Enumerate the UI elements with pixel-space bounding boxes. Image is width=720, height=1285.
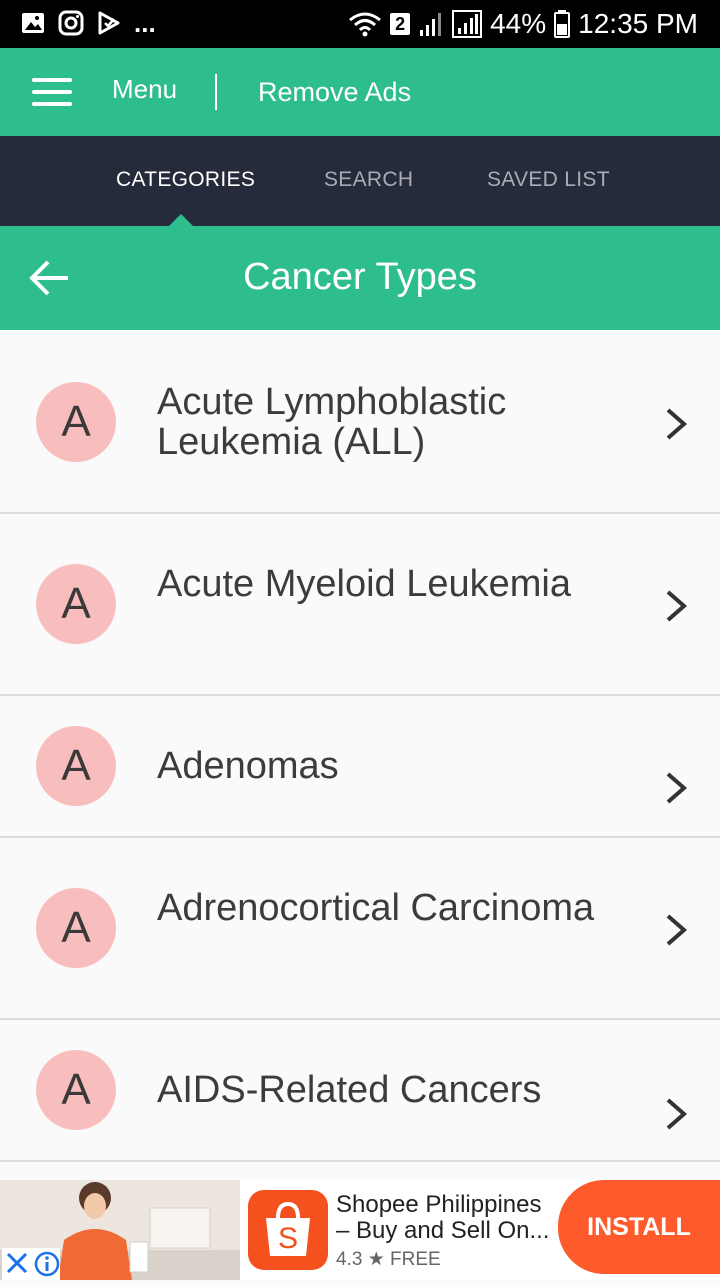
shopee-bag-icon: S [248, 1190, 328, 1270]
notification-overflow: ... [134, 8, 156, 38]
section-header: Cancer Types [0, 226, 720, 330]
chevron-right-icon [666, 590, 688, 622]
tab-categories[interactable]: CATEGORIES [116, 168, 255, 192]
signal-icon [420, 13, 442, 36]
instagram-icon [58, 10, 84, 36]
remove-ads-button[interactable]: Remove Ads [258, 77, 411, 108]
letter-avatar: A [36, 888, 116, 968]
letter-avatar: A [36, 1050, 116, 1130]
letter-avatar: A [36, 564, 116, 644]
list-item[interactable]: A Acute Lymphoblastic Leukemia (ALL) [0, 332, 720, 514]
signal-icon-2 [452, 10, 483, 38]
chevron-right-icon [666, 772, 688, 804]
list-item-title: Acute Lymphoblastic Leukemia (ALL) [157, 381, 507, 463]
gallery-icon [22, 13, 44, 33]
ad-title: Shopee Philippines – Buy and Sell On... [336, 1191, 550, 1244]
svg-text:S: S [278, 1222, 298, 1255]
app-bar: Menu Remove Ads [0, 48, 720, 136]
wifi-icon [349, 12, 382, 37]
price-label: FREE [390, 1249, 441, 1270]
menu-label[interactable]: Menu [112, 74, 177, 105]
sim-badge: 2 [390, 13, 411, 35]
list-item[interactable]: A Adrenocortical Carcinoma [0, 838, 720, 1020]
ad-controls [2, 1248, 60, 1280]
list-item[interactable]: A Acute Myeloid Leukemia [0, 514, 720, 696]
tab-bar: CATEGORIES SEARCH SAVED LIST [0, 136, 720, 226]
cancer-type-list: A Acute Lymphoblastic Leukemia (ALL) A A… [0, 332, 720, 1162]
list-item[interactable]: A AIDS-Related Cancers [0, 1020, 720, 1162]
list-item-title: AIDS-Related Cancers [157, 1069, 542, 1111]
star-icon: ★ [367, 1249, 385, 1270]
tab-saved-list[interactable]: SAVED LIST [487, 168, 610, 192]
chevron-right-icon [666, 1098, 688, 1130]
page-title: Cancer Types [243, 256, 477, 298]
clock: 12:35 PM [578, 8, 698, 39]
play-store-icon [98, 11, 120, 35]
rating-value: 4.3 [336, 1249, 363, 1270]
chevron-right-icon [666, 914, 688, 946]
tab-search[interactable]: SEARCH [324, 168, 413, 192]
notification-icons: ... [20, 10, 156, 36]
letter-avatar: A [36, 382, 116, 462]
system-icons: 2 44% 12:35 PM [348, 8, 698, 40]
ad-rating: 4.3 ★ FREE [336, 1248, 441, 1271]
list-item[interactable]: A Adenomas [0, 696, 720, 838]
active-tab-indicator [169, 214, 193, 226]
app-bar-divider [215, 74, 217, 110]
install-button[interactable]: INSTALL [558, 1180, 720, 1274]
menu-icon[interactable] [32, 78, 72, 106]
status-bar: ... 2 44% 12:35 PM [0, 0, 720, 48]
list-item-title: Acute Myeloid Leukemia [157, 563, 571, 605]
list-item-title: Adenomas [157, 745, 339, 787]
letter-avatar: A [36, 726, 116, 806]
info-icon[interactable] [34, 1251, 60, 1277]
close-icon[interactable] [6, 1252, 28, 1274]
battery-percent: 44% [490, 8, 547, 39]
list-item-title: Adrenocortical Carcinoma [157, 887, 595, 929]
ad-banner[interactable]: S Shopee Philippines – Buy and Sell On..… [0, 1180, 720, 1280]
battery-icon [554, 10, 571, 38]
chevron-right-icon [666, 408, 688, 440]
